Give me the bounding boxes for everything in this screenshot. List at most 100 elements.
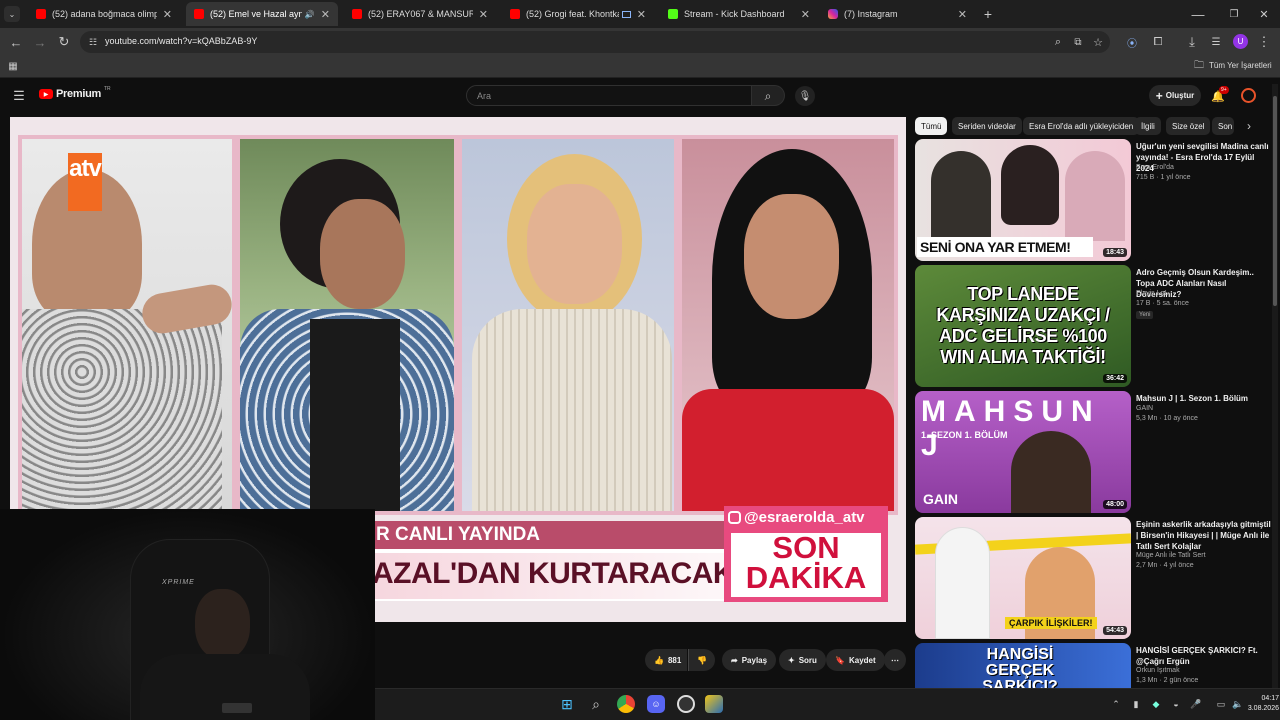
- create-button[interactable]: + Oluştur: [1149, 85, 1201, 106]
- close-icon[interactable]: ✕: [479, 8, 488, 21]
- tab-5[interactable]: Stream - Kick Dashboard ✕: [660, 2, 818, 26]
- close-icon[interactable]: ✕: [163, 8, 172, 21]
- chips-next-icon[interactable]: ›: [1240, 117, 1258, 135]
- speaker-icon[interactable]: 🔊: [305, 10, 315, 19]
- tray-app-2-icon[interactable]: ◆: [1150, 697, 1162, 711]
- video-thumbnail[interactable]: HANGİSİ GERÇEK ŞARKICI?: [915, 643, 1131, 688]
- channel-name[interactable]: GAIN: [1136, 405, 1153, 412]
- tab-search-icon[interactable]: ⌄: [4, 6, 20, 22]
- breaking-news-box: SON DAKİKA: [724, 528, 888, 602]
- recommendation-item[interactable]: HANGİSİ GERÇEK ŞARKICI? HANGİSİ GERÇEK Ş…: [915, 643, 1275, 688]
- all-bookmarks-link[interactable]: Tüm Yer İşaretleri: [1209, 61, 1272, 70]
- recommendation-item[interactable]: SENİ ONA YAR ETMEM! 18:43 Uğur'un yeni s…: [915, 139, 1275, 261]
- page-scrollbar[interactable]: [1272, 84, 1278, 688]
- chip-series[interactable]: Seriden videolar: [952, 117, 1022, 135]
- chip-all[interactable]: Tümü: [915, 117, 948, 135]
- recommendation-item[interactable]: ÇARPIK İLİŞKİLER! 54:43 Eşinin askerlik …: [915, 517, 1275, 639]
- clock[interactable]: 04:17 3.08.2026: [1243, 694, 1279, 714]
- tray-app-1-icon[interactable]: ▮: [1130, 697, 1142, 711]
- bookmark-star-icon[interactable]: ☆: [1090, 34, 1106, 50]
- youtube-logo[interactable]: ▶ Premium TR: [39, 86, 111, 100]
- back-icon[interactable]: ←: [8, 34, 24, 50]
- more-actions-button[interactable]: ⋯: [884, 649, 906, 671]
- recommendation-item[interactable]: TOP LANEDE KARŞINIZA UZAKÇI / ADC GELİRS…: [915, 265, 1275, 387]
- video-title[interactable]: Eşinin askerlik arkadaşıyla gitmiştiI | …: [1136, 519, 1271, 552]
- discord-icon[interactable]: ☺: [647, 695, 665, 713]
- video-thumbnail[interactable]: TOP LANEDE KARŞINIZA UZAKÇI / ADC GELİRS…: [915, 265, 1131, 387]
- guide-menu-icon[interactable]: ☰: [10, 88, 28, 104]
- share-button[interactable]: ➦ Paylaş: [722, 649, 777, 671]
- close-icon[interactable]: ✕: [321, 8, 330, 21]
- phone: [222, 703, 252, 713]
- atv-logo: atv: [68, 153, 102, 211]
- browser-menu-icon[interactable]: ⋮: [1258, 34, 1271, 50]
- tab-2[interactable]: (52) Emel ve Hazal aynı ada 🔊 ✕: [186, 2, 338, 26]
- save-label: Kaydet: [848, 655, 876, 665]
- chip-recent[interactable]: Son: [1212, 117, 1234, 135]
- apps-grid-icon[interactable]: ▦: [6, 59, 20, 73]
- obs-icon[interactable]: [677, 695, 695, 713]
- url-text[interactable]: youtube.com/watch?v=kQABbZAB-9Y: [105, 36, 257, 46]
- tab-title: (52) Emel ve Hazal aynı ada: [210, 9, 302, 19]
- tab-6[interactable]: (7) Instagram ✕: [820, 2, 975, 26]
- minimize-icon[interactable]: —: [1190, 6, 1206, 22]
- chip-related[interactable]: İlgili: [1135, 117, 1161, 135]
- windows-start-icon[interactable]: ⊞: [558, 695, 576, 713]
- recommendation-item[interactable]: MAHSUN J 1. SEZON 1. BÖLÜM GAIN 48:00 Ma…: [915, 391, 1275, 513]
- dislike-button[interactable]: 👎: [688, 649, 715, 671]
- cast-icon[interactable]: ⧉: [1070, 34, 1086, 50]
- profile-avatar[interactable]: U: [1233, 34, 1248, 49]
- person-3-blazer: [472, 309, 672, 511]
- tab-3[interactable]: (52) ERAY067 & MANSUR ft. Re ✕: [344, 2, 496, 26]
- video-title[interactable]: Mahsun J | 1. Sezon 1. Bölüm: [1136, 393, 1271, 404]
- forward-icon[interactable]: →: [32, 34, 48, 50]
- tab-1[interactable]: (52) adana boğmaca olimpiyatl ✕: [28, 2, 180, 26]
- chip-uploader[interactable]: Esra Erol'da adlı yükleyiciden: [1023, 117, 1140, 135]
- chrome-icon[interactable]: [617, 695, 635, 713]
- ask-button[interactable]: ✦ Soru: [779, 649, 826, 671]
- thumb-person-2: [1001, 145, 1059, 225]
- tab-4[interactable]: (52) Grogi feat. Khontkar - ✕: [502, 2, 654, 26]
- search-button[interactable]: ⌕: [752, 85, 785, 106]
- video-thumbnail[interactable]: ÇARPIK İLİŞKİLER! 54:43: [915, 517, 1131, 639]
- scrollbar-thumb[interactable]: [1273, 96, 1277, 306]
- channel-name[interactable]: Orkun Işıtmak: [1136, 667, 1180, 674]
- tray-app-3-icon[interactable]: ◒: [1170, 697, 1182, 711]
- channel-name[interactable]: Elayjs LoL: [1136, 290, 1168, 297]
- chip-for-you[interactable]: Size özel: [1166, 117, 1211, 135]
- search-input[interactable]: Ara: [466, 85, 752, 106]
- window-close-icon[interactable]: ✕: [1256, 6, 1272, 22]
- video-title[interactable]: HANGİSİ GERÇEK ŞARKICI? Ft. @Çağrı Ergün: [1136, 645, 1271, 667]
- close-icon[interactable]: ✕: [801, 8, 810, 21]
- site-info-icon[interactable]: ☷: [86, 35, 100, 49]
- download-icon[interactable]: ⤓: [1184, 34, 1200, 50]
- omnibox[interactable]: ☷ youtube.com/watch?v=kQABbZAB-9Y ⌕ ⧉ ☆: [80, 31, 1110, 53]
- save-button[interactable]: 🔖 Kaydet: [826, 649, 885, 671]
- account-avatar[interactable]: [1241, 88, 1256, 103]
- extensions-icon[interactable]: ⧠: [1150, 34, 1166, 50]
- video-duration: 18:43: [1103, 248, 1127, 257]
- reading-list-icon[interactable]: ☰: [1208, 34, 1224, 50]
- zoom-icon[interactable]: ⌕: [1050, 34, 1066, 50]
- atv-logo-text: atv: [69, 155, 102, 182]
- reload-icon[interactable]: ↻: [56, 34, 72, 50]
- like-button[interactable]: 👍 881: [645, 649, 688, 671]
- new-tab-icon[interactable]: +: [980, 5, 996, 23]
- instagram-handle-badge: @esraerolda_atv: [724, 506, 888, 528]
- channel-name[interactable]: Esra Erol'da: [1136, 164, 1174, 171]
- video-thumbnail[interactable]: MAHSUN J 1. SEZON 1. BÖLÜM GAIN 48:00: [915, 391, 1131, 513]
- microphone-icon[interactable]: 🎤: [1190, 697, 1202, 711]
- extension-1-icon[interactable]: ⦿: [1124, 34, 1140, 50]
- tray-chevron-icon[interactable]: ⌃: [1110, 697, 1122, 711]
- close-icon[interactable]: ✕: [958, 8, 967, 21]
- channel-name[interactable]: Müge Anlı ile Tatlı Sert: [1136, 552, 1206, 559]
- app-icon[interactable]: [705, 695, 723, 713]
- browser-tab-bar: ⌄ (52) adana boğmaca olimpiyatl ✕ (52) E…: [0, 0, 1280, 28]
- network-icon[interactable]: ▭: [1215, 697, 1227, 711]
- tab-title: (52) ERAY067 & MANSUR ft. Re: [368, 9, 473, 19]
- video-thumbnail[interactable]: SENİ ONA YAR ETMEM! 18:43: [915, 139, 1131, 261]
- taskbar-search-icon[interactable]: ⌕: [587, 695, 605, 713]
- close-icon[interactable]: ✕: [637, 8, 646, 21]
- maximize-icon[interactable]: ❐: [1226, 6, 1242, 22]
- voice-search-icon[interactable]: 🎙: [795, 86, 815, 106]
